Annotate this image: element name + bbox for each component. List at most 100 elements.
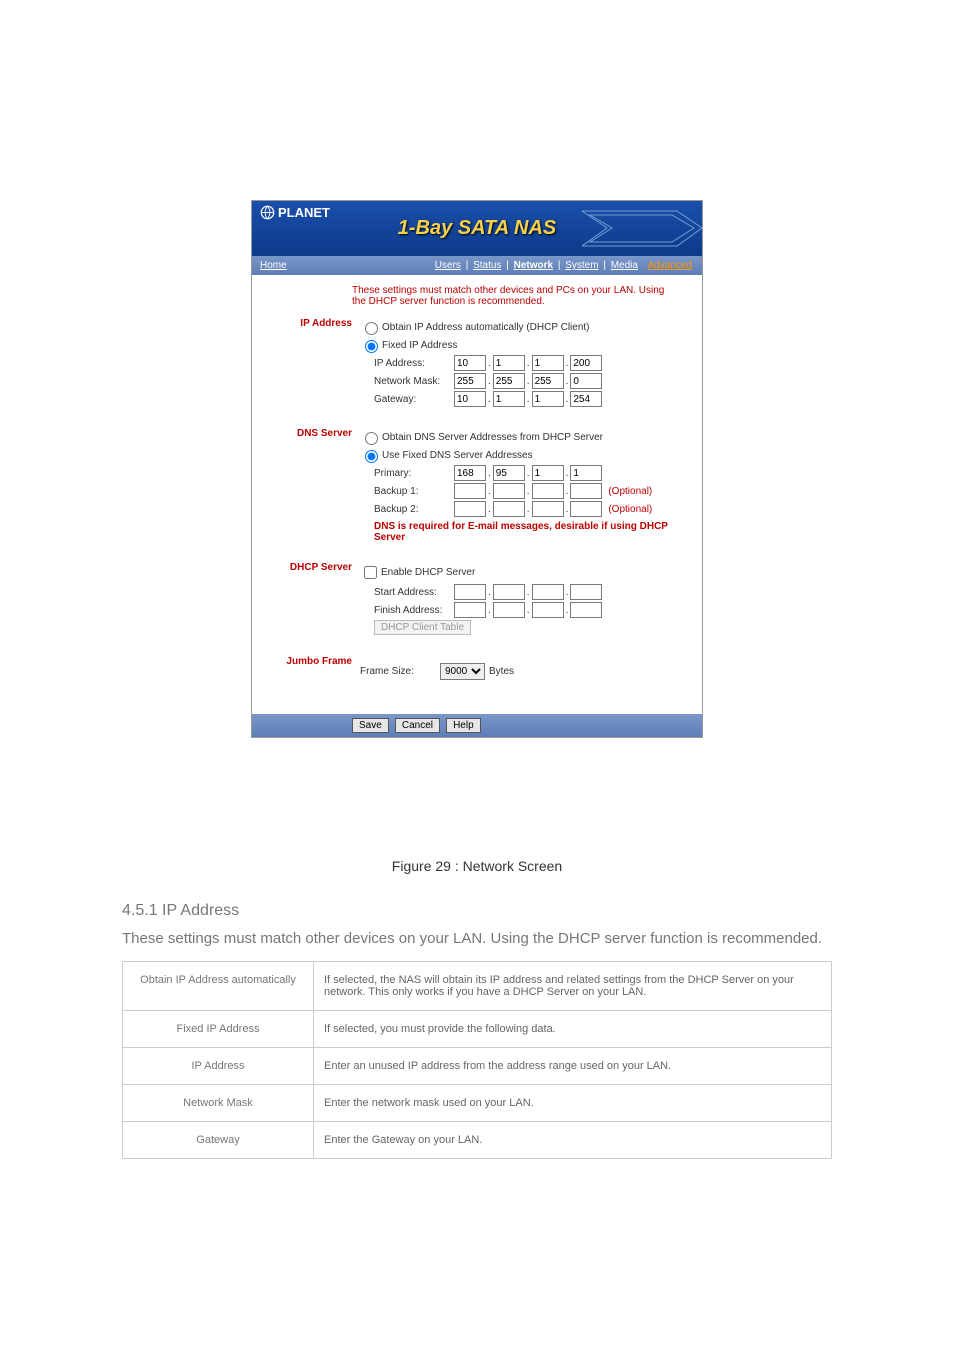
- jumbo-select[interactable]: 9000: [440, 663, 485, 680]
- cell-val: Enter the Gateway on your LAN.: [314, 1122, 832, 1159]
- dns-p-1[interactable]: [454, 465, 486, 481]
- ip-section-label: IP Address: [262, 317, 360, 409]
- dhcp-enable-label: Enable DHCP Server: [381, 567, 475, 578]
- jumbo-section-label: Jumbo Frame: [262, 655, 360, 682]
- table-row: Network MaskEnter the network mask used …: [123, 1085, 832, 1122]
- ip-address-label: IP Address:: [360, 358, 454, 369]
- dns-note: DNS is required for E-mail messages, des…: [374, 521, 692, 543]
- nav-users[interactable]: Users: [435, 260, 461, 271]
- nav-bar: Home Users | Status | Network | System |…: [252, 256, 702, 275]
- dhcp-s-1[interactable]: [454, 584, 486, 600]
- mask-oct-2[interactable]: [493, 373, 525, 389]
- dns-b2-1[interactable]: [454, 501, 486, 517]
- mask-oct-3[interactable]: [532, 373, 564, 389]
- table-row: GatewayEnter the Gateway on your LAN.: [123, 1122, 832, 1159]
- panel-hint: These settings must match other devices …: [352, 285, 672, 307]
- ip-dhcp-label: Obtain IP Address automatically (DHCP Cl…: [382, 322, 590, 333]
- mask-oct-4[interactable]: [570, 373, 602, 389]
- banner-arrow-graphic: [582, 201, 702, 256]
- optional-2: (Optional): [608, 504, 652, 515]
- ip-fixed-label: Fixed IP Address: [382, 340, 457, 351]
- jumbo-label: Frame Size:: [360, 666, 440, 677]
- dhcp-f-2[interactable]: [493, 602, 525, 618]
- dns-p-4[interactable]: [570, 465, 602, 481]
- dhcp-finish-label: Finish Address:: [360, 605, 454, 616]
- cancel-button[interactable]: Cancel: [395, 718, 440, 733]
- dns-b1-1[interactable]: [454, 483, 486, 499]
- nav-media[interactable]: Media: [611, 260, 638, 271]
- cell-key: Fixed IP Address: [123, 1011, 314, 1048]
- dns-p-2[interactable]: [493, 465, 525, 481]
- dns-fixed-label: Use Fixed DNS Server Addresses: [382, 450, 533, 461]
- cell-key: IP Address: [123, 1048, 314, 1085]
- button-bar: Save Cancel Help: [252, 714, 702, 737]
- ip-oct-3[interactable]: [532, 355, 564, 371]
- gateway-label: Gateway:: [360, 394, 454, 405]
- dns-section-label: DNS Server: [262, 427, 360, 543]
- nav-system[interactable]: System: [565, 260, 598, 271]
- dns-b1-3[interactable]: [532, 483, 564, 499]
- globe-icon: [260, 205, 275, 220]
- dns-primary-label: Primary:: [360, 468, 454, 479]
- ip-oct-1[interactable]: [454, 355, 486, 371]
- dhcp-enable-checkbox[interactable]: [364, 566, 377, 579]
- mask-label: Network Mask:: [360, 376, 454, 387]
- ip-fixed-radio[interactable]: [365, 340, 378, 353]
- dns-dhcp-label: Obtain DNS Server Addresses from DHCP Se…: [382, 432, 603, 443]
- dns-b2-3[interactable]: [532, 501, 564, 517]
- gw-oct-3[interactable]: [532, 391, 564, 407]
- dns-b2-2[interactable]: [493, 501, 525, 517]
- dns-b2-label: Backup 2:: [360, 504, 454, 515]
- cell-val: Enter the network mask used on your LAN.: [314, 1085, 832, 1122]
- dns-b1-2[interactable]: [493, 483, 525, 499]
- save-button[interactable]: Save: [352, 718, 389, 733]
- help-button[interactable]: Help: [446, 718, 481, 733]
- optional-1: (Optional): [608, 486, 652, 497]
- dhcp-client-table-button[interactable]: DHCP Client Table: [374, 620, 471, 635]
- cell-val: If selected, you must provide the follow…: [314, 1011, 832, 1048]
- table-row: Fixed IP AddressIf selected, you must pr…: [123, 1011, 832, 1048]
- network-settings-screenshot: PLANET 1-Bay SATA NAS Home Users | Statu…: [251, 200, 703, 738]
- ip-dhcp-radio[interactable]: [365, 322, 378, 335]
- dns-dhcp-radio[interactable]: [365, 432, 378, 445]
- cell-val: Enter an unused IP address from the addr…: [314, 1048, 832, 1085]
- dns-b2-4[interactable]: [570, 501, 602, 517]
- section-intro: These settings must match other devices …: [122, 930, 832, 947]
- dns-p-3[interactable]: [532, 465, 564, 481]
- nav-advanced[interactable]: Advanced: [648, 260, 692, 271]
- figure-caption: Figure 29 : Network Screen: [0, 858, 954, 874]
- settings-panel: These settings must match other devices …: [252, 275, 702, 714]
- table-row: Obtain IP Address automaticallyIf select…: [123, 962, 832, 1011]
- settings-table: Obtain IP Address automaticallyIf select…: [122, 961, 832, 1159]
- ip-oct-4[interactable]: [570, 355, 602, 371]
- jumbo-unit: Bytes: [489, 666, 514, 677]
- nav-network[interactable]: Network: [514, 260, 553, 271]
- dns-b1-label: Backup 1:: [360, 486, 454, 497]
- mask-oct-1[interactable]: [454, 373, 486, 389]
- cell-key: Obtain IP Address automatically: [123, 962, 314, 1011]
- dhcp-f-4[interactable]: [570, 602, 602, 618]
- gw-oct-2[interactable]: [493, 391, 525, 407]
- cell-key: Gateway: [123, 1122, 314, 1159]
- brand-logo: PLANET: [260, 205, 330, 220]
- dhcp-f-1[interactable]: [454, 602, 486, 618]
- table-row: IP AddressEnter an unused IP address fro…: [123, 1048, 832, 1085]
- nav-home[interactable]: Home: [260, 260, 287, 271]
- dhcp-start-label: Start Address:: [360, 587, 454, 598]
- banner: PLANET 1-Bay SATA NAS: [252, 201, 702, 256]
- dns-b1-4[interactable]: [570, 483, 602, 499]
- dhcp-f-3[interactable]: [532, 602, 564, 618]
- cell-key: Network Mask: [123, 1085, 314, 1122]
- ip-oct-2[interactable]: [493, 355, 525, 371]
- nav-status[interactable]: Status: [473, 260, 501, 271]
- dhcp-s-3[interactable]: [532, 584, 564, 600]
- dns-fixed-radio[interactable]: [365, 450, 378, 463]
- brand-text: PLANET: [278, 205, 330, 220]
- dhcp-s-4[interactable]: [570, 584, 602, 600]
- gw-oct-4[interactable]: [570, 391, 602, 407]
- cell-val: If selected, the NAS will obtain its IP …: [314, 962, 832, 1011]
- gw-oct-1[interactable]: [454, 391, 486, 407]
- dhcp-s-2[interactable]: [493, 584, 525, 600]
- dhcp-section-label: DHCP Server: [262, 561, 360, 637]
- product-title: 1-Bay SATA NAS: [398, 217, 557, 240]
